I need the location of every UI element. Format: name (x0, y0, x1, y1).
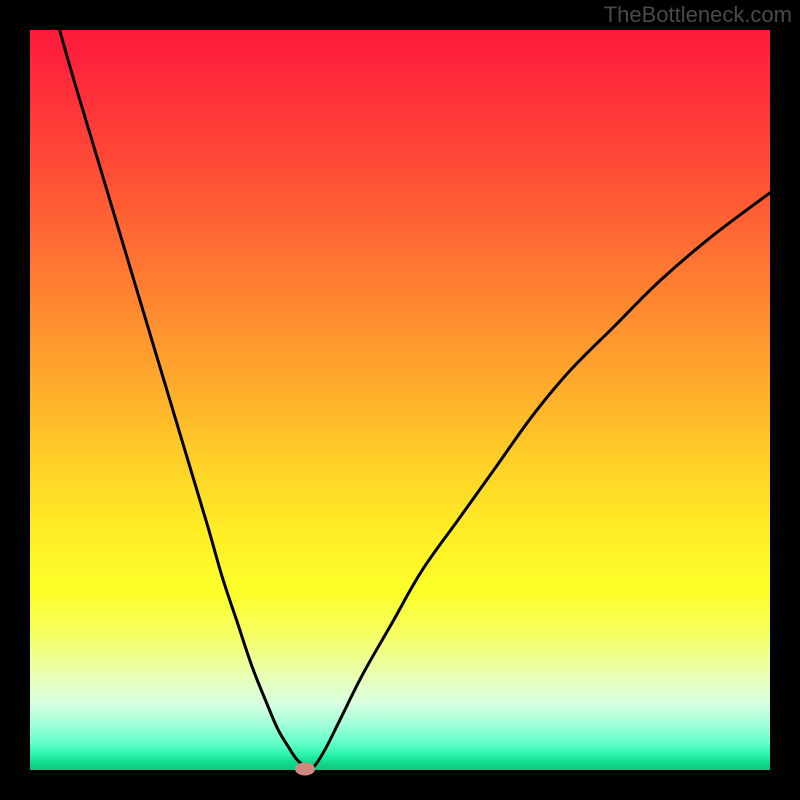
watermark-text: TheBottleneck.com (604, 2, 792, 28)
curve-svg (30, 30, 770, 770)
optimum-marker (295, 762, 315, 775)
plot-area (30, 30, 770, 770)
bottleneck-curve (60, 30, 770, 769)
